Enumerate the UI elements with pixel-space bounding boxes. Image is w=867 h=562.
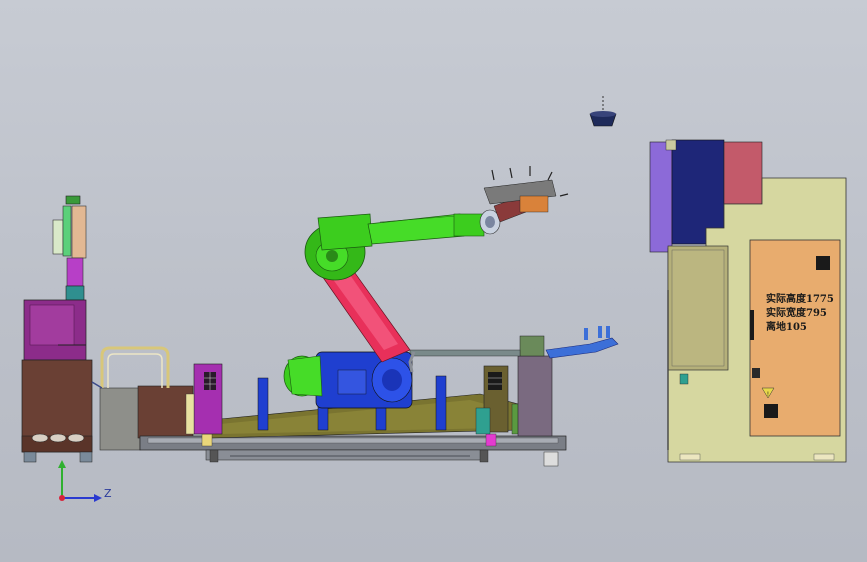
- cad-viewport[interactable]: ! 实际高度1775 实际宽度795 离地105 Z: [0, 0, 867, 562]
- panel-note-width: 实际宽度795: [766, 306, 827, 319]
- axis-z-label: Z: [104, 487, 112, 500]
- control-box-left: [185, 363, 223, 435]
- panel-note-ground-clearance: 离地105: [766, 320, 807, 333]
- camera-dome-icon: [589, 96, 617, 127]
- svg-text:!: !: [767, 391, 769, 398]
- triad-axes-icon[interactable]: Z: [58, 460, 112, 502]
- panel-note-height: 实际高度1775: [766, 292, 834, 305]
- cad-scene: ! 实际高度1775 实际宽度795 离地105 Z: [21, 96, 847, 502]
- press-machine: ! 实际高度1775 实际宽度795 离地105: [649, 139, 847, 463]
- vent-grille-icon: [204, 372, 216, 390]
- left-workstation: [21, 195, 194, 463]
